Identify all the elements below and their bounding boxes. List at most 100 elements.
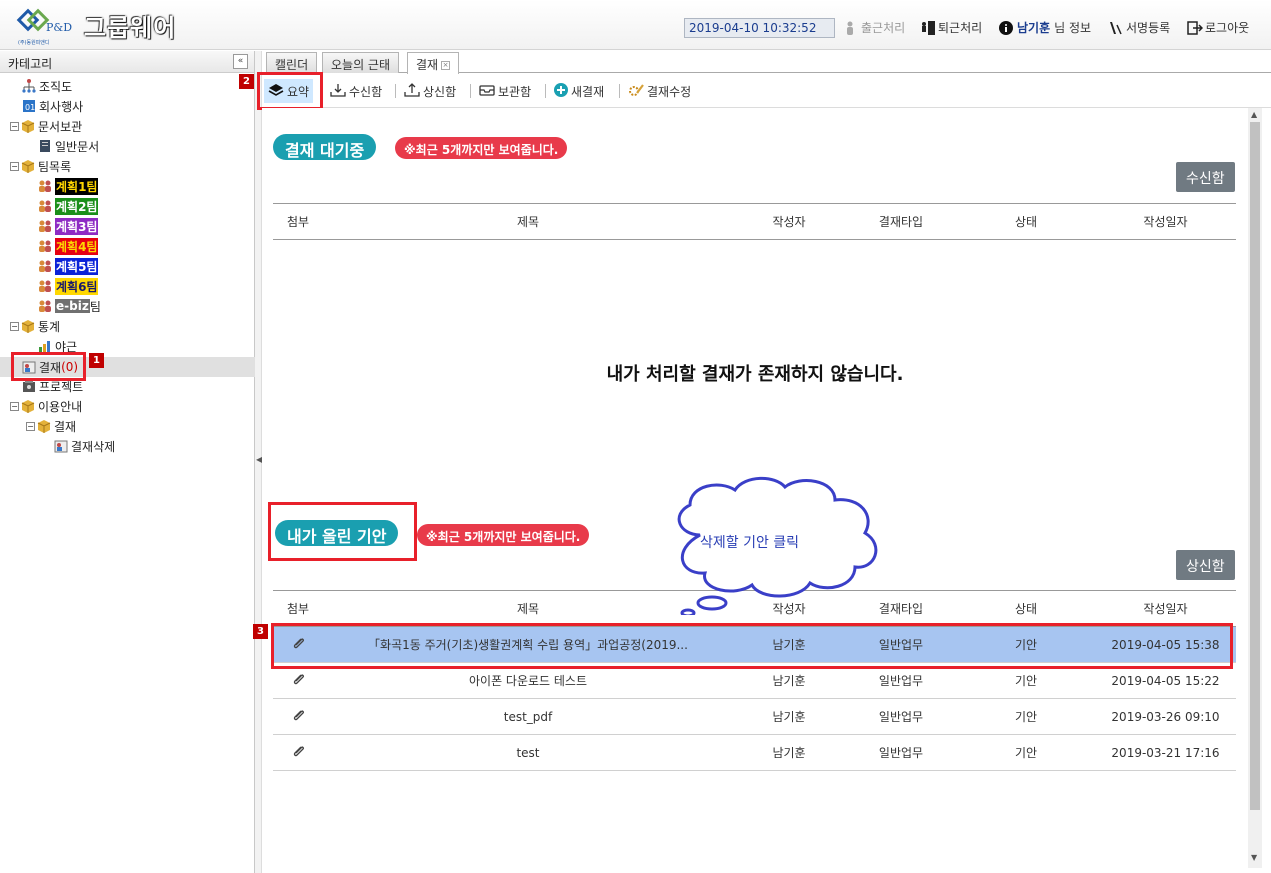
annotation-marker-2: 2 [239,74,254,89]
sidebar-splitter[interactable]: ◀ [255,51,262,873]
inbox-button[interactable]: 수신함 [330,81,382,101]
document-icon [38,139,52,153]
pending-table-header: 첨부 제목 작성자 결재타입 상태 작성일자 [273,203,1236,240]
collapse-toggle[interactable]: − [10,121,19,131]
table-row[interactable]: test_pdf 남기훈 일반업무 기안 2019-03-26 09:10 [273,698,1236,735]
tree-item-team1[interactable]: 계획1팀 [38,176,99,196]
tree-item-org[interactable]: 조직도 [22,76,72,96]
approval-icon [54,439,68,453]
edit-approval-button[interactable]: 결재수정 [628,81,691,101]
tab-approval[interactable]: 결재 × [407,52,460,74]
annotation-box-1 [11,352,86,381]
column-header: 상태 [957,590,1095,627]
app-title: 그룹웨어 [84,14,177,42]
vertical-scrollbar[interactable]: ▲ ▼ [1248,108,1262,868]
outbox-shortcut-button[interactable]: 상신함 [1176,550,1235,580]
tree-label: 이용안내 [38,399,83,414]
box-icon [21,159,35,173]
checkout-button[interactable]: 퇴근처리 [920,19,982,36]
tab-attendance[interactable]: 오늘의 근태 [322,52,400,73]
tree-item-team5[interactable]: 계획5팀 [38,256,99,276]
new-approval-button[interactable]: 새결재 [554,81,604,101]
sidebar-title: 카테고리 [8,57,53,71]
column-header: 작성일자 [1095,590,1236,627]
my-drafts-limit-note: ※최근 5개까지만 보여줍니다. [417,524,590,546]
tree-item-ebiz[interactable]: e-biz 팀 [38,296,101,316]
attachment-cell[interactable] [273,734,323,771]
tree-item-stats[interactable]: − 통계 [10,316,60,336]
tree-item-general-docs[interactable]: 일반문서 [38,136,99,156]
team-label: 계획1팀 [55,177,99,195]
team-people-icon [38,279,52,293]
annotation-marker-1: 1 [89,353,104,368]
tree-item-guide[interactable]: − 이용안내 [10,396,82,416]
logo-text: P&D [46,21,73,34]
upload-icon [404,82,420,100]
collapse-toggle[interactable]: − [10,401,19,411]
team-people-icon [38,219,52,233]
author-cell: 남기훈 [733,698,845,735]
tree-item-events[interactable]: 01 회사행사 [22,96,83,116]
tree-item-team2[interactable]: 계획2팀 [38,196,99,216]
tree-item-team4[interactable]: 계획4팀 [38,236,99,256]
tree-item-docs[interactable]: − 문서보관 [10,116,82,136]
table-row[interactable]: test 남기훈 일반업무 기안 2019-03-21 17:16 [273,734,1236,771]
tree-label: 결재 [54,419,77,434]
attachment-cell[interactable] [273,698,323,735]
tree-item-teams[interactable]: − 팀목록 [10,156,71,176]
team-label-suffix: 팀 [89,299,101,314]
paperclip-icon [291,708,305,722]
tab-calendar[interactable]: 캘린더 [266,52,318,73]
toolbar-divider [470,84,471,98]
team-people-icon [38,199,52,213]
collapse-sidebar-button[interactable]: « [233,54,248,69]
logout-button[interactable]: 로그아웃 [1187,19,1249,36]
sidebar-header: 카테고리 « [0,51,254,73]
tree-label: 조직도 [39,79,73,94]
download-icon [330,83,346,100]
toolbar-label: 상신함 [423,84,457,99]
pen-icon [1108,21,1122,35]
inbox-shortcut-button[interactable]: 수신함 [1176,162,1235,192]
type-cell: 일반업무 [845,734,957,771]
tree-item-guide-delete[interactable]: 결재삭제 [54,436,115,456]
outbox-button[interactable]: 상신함 [404,81,456,101]
box-icon [21,119,35,133]
draft-title-cell[interactable]: test_pdf [323,698,733,735]
scrollbar-thumb[interactable] [1250,122,1260,810]
close-tab-icon[interactable]: × [441,61,451,70]
scroll-up-icon[interactable]: ▲ [1251,110,1257,119]
team-label: 계획5팀 [55,257,99,275]
collapse-toggle[interactable]: − [10,161,19,171]
checkout-label: 퇴근처리 [938,21,983,35]
archive-button[interactable]: 보관함 [479,81,531,101]
tree-item-guide-approval[interactable]: − 결재 [26,416,76,436]
company-logo: P&D (주)동원피앤디 [16,8,72,46]
toolbar-label: 수신함 [349,84,383,99]
box-icon [37,419,51,433]
tree-label: 회사행사 [39,99,84,114]
tab-label: 결재 [416,58,439,72]
team-people-icon [38,259,52,273]
plus-circle-icon [554,82,568,100]
exit-door-icon [920,20,935,35]
draft-title-cell[interactable]: test [323,734,733,771]
tree-item-team6[interactable]: 계획6팀 [38,276,99,296]
toolbar-divider [545,84,546,98]
checkin-label: 출근처리 [861,21,906,35]
tree-item-team3[interactable]: 계획3팀 [38,216,99,236]
signature-label: 서명등록 [1126,21,1171,35]
pending-section-title: 결재 대기중 [273,134,377,160]
user-info-link[interactable]: 남기훈 님 정보 [999,19,1091,36]
svg-text:01: 01 [25,103,35,112]
type-cell: 일반업무 [845,698,957,735]
tab-label: 오늘의 근태 [331,58,391,72]
signature-register-button[interactable]: 서명등록 [1108,19,1170,36]
app-header: P&D (주)동원피앤디 그룹웨어 2019-04-10 10:32:52 출근… [0,0,1271,50]
column-header: 첨부 [273,203,323,240]
collapse-toggle[interactable]: − [10,321,19,331]
date-cell: 2019-03-26 09:10 [1095,698,1236,735]
checkin-button[interactable]: 출근처리 [843,19,905,36]
scroll-down-icon[interactable]: ▼ [1251,853,1257,862]
collapse-toggle[interactable]: − [26,421,35,431]
